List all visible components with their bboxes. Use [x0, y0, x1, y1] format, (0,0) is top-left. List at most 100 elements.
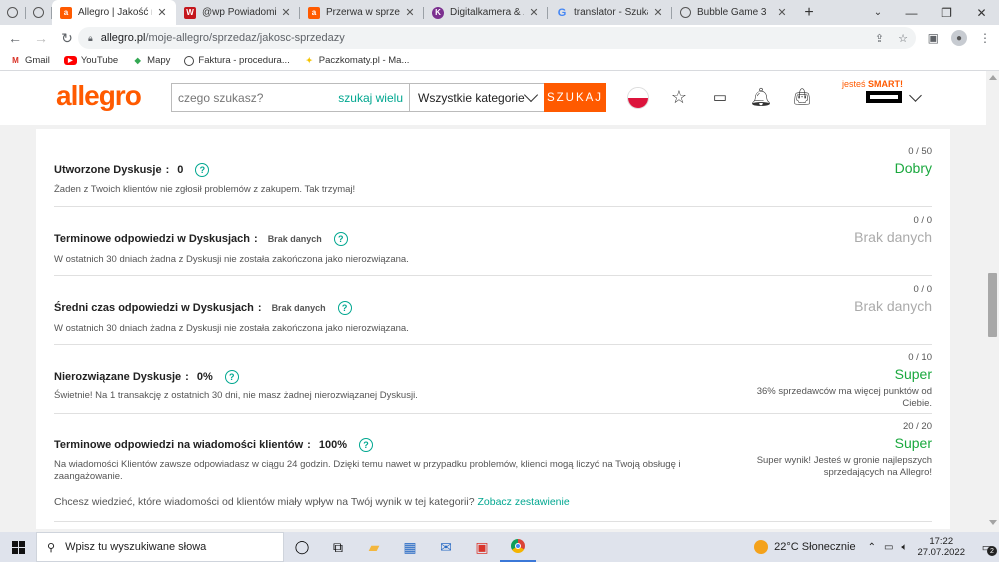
star-icon[interactable]: ☆: [898, 32, 908, 45]
window-controls: — ❐ ✕: [894, 0, 999, 25]
url-field[interactable]: 🔒︎ allegro.pl/moje-allegro/sprzedaz/jako…: [78, 27, 916, 49]
section-title: Średni czas odpowiedzi w Dyskusjach: [54, 302, 254, 314]
search-button[interactable]: SZUKAJ: [544, 83, 606, 112]
close-icon[interactable]: ✕: [404, 6, 416, 19]
new-tab-button[interactable]: +: [796, 0, 822, 25]
wp-icon: W: [184, 6, 196, 19]
section-score: 20 / 20: [902, 421, 932, 432]
gift-icon[interactable]: ▣: [464, 532, 500, 562]
bookmark-maps[interactable]: ◆ Mapy: [132, 55, 171, 66]
star-icon[interactable]: ☆: [668, 86, 690, 108]
tab-pinned-1[interactable]: [0, 0, 26, 25]
scroll-down-icon[interactable]: [989, 520, 997, 525]
tab-allegro[interactable]: a Allegro | Jakość mo ✕: [52, 0, 176, 25]
category-select[interactable]: Wszystkie kategorie: [409, 83, 545, 112]
globe-icon: [680, 7, 691, 18]
task-view-icon[interactable]: ⧉: [320, 532, 356, 562]
back-icon[interactable]: ←: [4, 27, 26, 49]
minimize-icon[interactable]: —: [894, 0, 929, 25]
poland-flag-icon[interactable]: [627, 87, 649, 109]
bookmark-gmail[interactable]: M Gmail: [10, 55, 50, 66]
smart-label: SMART!: [868, 79, 904, 89]
close-icon[interactable]: ✕: [528, 6, 540, 19]
help-icon[interactable]: ?: [337, 301, 352, 315]
bookmark-faktura[interactable]: Faktura - procedura...: [184, 55, 290, 66]
help-icon[interactable]: ?: [195, 163, 210, 177]
url-path: /moje-allegro/sprzedaz/jakosc-sprzedazy: [145, 32, 345, 44]
google-icon: G: [557, 6, 567, 19]
scroll-up-icon[interactable]: [989, 75, 997, 80]
section-extra: Chcesz wiedzieć, które wiadomości od kli…: [54, 496, 570, 508]
tab-przerwa[interactable]: a Przerwa w sprzedaż ✕: [300, 0, 424, 25]
notifications-icon[interactable]: ▭2: [975, 532, 999, 562]
menu-icon[interactable]: ⋮: [979, 31, 991, 45]
file-explorer-icon[interactable]: ▰: [356, 532, 392, 562]
section-title-row: Terminowe odpowiedzi na wiadomości klien…: [54, 438, 373, 452]
section-timely-replies-discussions: Terminowe odpowiedzi w Dyskusjach: Brak …: [54, 207, 932, 276]
close-icon[interactable]: ✕: [280, 6, 292, 19]
weather-widget[interactable]: 22°C Słonecznie: [754, 540, 856, 554]
section-title: Nierozwiązane Dyskusje: [54, 371, 182, 383]
share-icon[interactable]: ⇪: [875, 32, 884, 45]
search-many-link[interactable]: szukaj wielu: [338, 91, 403, 105]
section-description: Żaden z Twoich klientów nie zgłosił prob…: [54, 184, 356, 195]
windows-taskbar: ⚲ Wpisz tu wyszukiwane słowa ◯ ⧉ ▰ ▦ ✉ ▣…: [0, 532, 999, 562]
bookmark-label: Gmail: [25, 55, 50, 66]
close-icon[interactable]: ✕: [652, 6, 664, 19]
store-icon[interactable]: ▦: [392, 532, 428, 562]
show-summary-link[interactable]: Zobacz zestawienie: [477, 496, 569, 508]
bell-icon[interactable]: 🔔︎: [750, 86, 773, 108]
account-name-redacted[interactable]: [866, 91, 902, 103]
chat-icon[interactable]: ▭: [709, 86, 731, 108]
section-timely-replies-messages: Terminowe odpowiedzi na wiadomości klien…: [54, 414, 932, 522]
gmail-icon: M: [12, 56, 19, 65]
clock[interactable]: 17:22 27.07.2022: [917, 536, 965, 558]
chrome-icon[interactable]: [500, 532, 536, 562]
page-scrollbar[interactable]: [986, 71, 999, 529]
section-value: 100%: [318, 439, 347, 451]
section-rating: Brak danych: [854, 229, 932, 245]
reload-icon[interactable]: ↻: [56, 27, 78, 49]
network-icon[interactable]: ▭: [884, 542, 893, 553]
forward-icon[interactable]: →: [30, 27, 52, 49]
tab-pinned-2[interactable]: [26, 0, 52, 25]
globe-icon: [7, 7, 18, 18]
profile-icon[interactable]: ●: [951, 30, 967, 46]
search-input[interactable]: czego szukasz? szukaj wielu: [171, 83, 409, 112]
bookmark-youtube[interactable]: ▶ YouTube: [63, 55, 118, 66]
close-icon[interactable]: ✕: [156, 6, 168, 19]
chevron-up-icon[interactable]: ⌃: [868, 542, 876, 553]
tab-search-icon[interactable]: ⌄: [865, 0, 891, 25]
tab-wp[interactable]: W @wp Powiadomien ✕: [176, 0, 300, 25]
help-icon[interactable]: ?: [224, 370, 239, 384]
restore-icon[interactable]: ❐: [929, 0, 964, 25]
scrollbar-thumb[interactable]: [988, 273, 997, 337]
tab-translator[interactable]: G translator - Szukaj w ✕: [548, 0, 672, 25]
allegro-logo[interactable]: allegro: [56, 80, 142, 112]
tab-title: Digitalkamera & Zu: [450, 7, 524, 18]
close-window-icon[interactable]: ✕: [964, 0, 999, 25]
help-icon[interactable]: ?: [333, 232, 348, 246]
close-icon[interactable]: ✕: [776, 6, 788, 19]
section-avg-response-time: Średni czas odpowiedzi w Dyskusjach: Bra…: [54, 276, 932, 345]
mail-icon[interactable]: ✉: [428, 532, 464, 562]
cart-icon[interactable]: 👜︎: [791, 86, 813, 108]
tab-bubble-game[interactable]: Bubble Game 3 ✕: [672, 0, 796, 25]
clock-date: 27.07.2022: [917, 547, 965, 558]
section-title-row: Nierozwiązane Dyskusje: 0% ?: [54, 370, 239, 384]
section-title-row: Średni czas odpowiedzi w Dyskusjach: Bra…: [54, 301, 352, 315]
volume-icon[interactable]: 🔈︎: [901, 542, 907, 553]
section-title: Terminowe odpowiedzi w Dyskusjach: [54, 233, 251, 245]
tab-digitalkamera[interactable]: K Digitalkamera & Zu ✕: [424, 0, 548, 25]
section-score: 0 / 0: [913, 284, 933, 295]
help-icon[interactable]: ?: [358, 438, 373, 452]
smart-badge[interactable]: jesteś SMART!: [842, 79, 903, 89]
start-button[interactable]: [0, 532, 36, 562]
section-score: 0 / 10: [908, 352, 932, 363]
cortana-icon[interactable]: ◯: [284, 532, 320, 562]
taskbar-search[interactable]: ⚲ Wpisz tu wyszukiwane słowa: [36, 532, 284, 562]
chevron-down-icon[interactable]: [909, 89, 922, 102]
bookmark-paczkomaty[interactable]: ✦ Paczkomaty.pl - Ma...: [304, 55, 410, 66]
sidepanel-icon[interactable]: ▣: [928, 31, 939, 45]
section-description: W ostatnich 30 dniach żadna z Dyskusji n…: [54, 323, 409, 334]
